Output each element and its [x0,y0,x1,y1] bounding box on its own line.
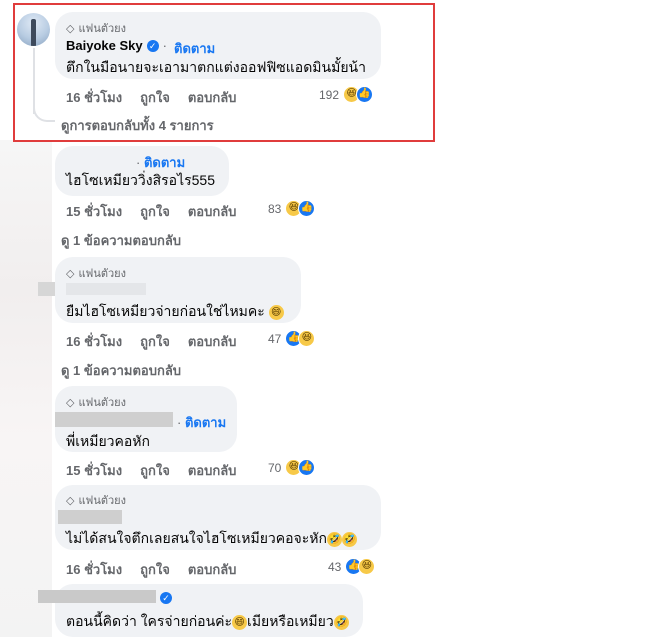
reaction-count: 47 [268,331,282,346]
reaction-count: 83 [268,201,282,216]
highlight-box [13,3,435,142]
comment-actions: 15 ชั่วโมง ถูกใจ ตอบกลับ [66,460,236,481]
reaction-count: 43 [328,559,342,574]
diamond-icon: ◇ [66,396,75,409]
left-blurred-strip [0,140,52,637]
blurred-name [55,412,173,427]
view-replies-link[interactable]: ดู 1 ข้อความตอบกลับ [61,360,181,381]
like-button[interactable]: ถูกใจ [140,460,170,481]
blurred-name [58,510,122,524]
like-button[interactable]: ถูกใจ [140,331,170,352]
view-replies-link[interactable]: ดู 1 ข้อความตอบกลับ [61,230,181,251]
like-thumb-icon: 👍 [298,200,316,217]
reply-button[interactable]: ตอบกลับ [188,460,237,481]
haha-emoji-icon: 😆 [298,330,316,347]
blurred-name [66,283,146,295]
timestamp[interactable]: 16 ชั่วโมง [66,331,122,352]
reaction-summary[interactable]: 70 😆 👍 [268,459,316,476]
comment-text: ไฮโซเหมียววิ่งสิรอไร555 [66,172,216,188]
blurred-name [38,590,156,603]
rofl-emoji-icon: 🤣 [341,531,357,547]
separator-dot: · [136,155,144,170]
comment-actions: 16 ชั่วโมง ถูกใจ ตอบกลับ [66,331,236,352]
rofl-emoji-icon: 🤣 [333,614,349,630]
comment-text: ไม่ได้สนใจตึกเลยสนใจไฮโซเหมียวคอจะหัก🤣 🤣 [66,528,357,550]
timestamp[interactable]: 15 ชั่วโมง [66,201,122,222]
diamond-icon: ◇ [66,267,75,280]
comment-text: ตอนนี้คิดว่า ใครจ่ายก่อนค่ะ 😄 เมียหรือเหมี… [66,611,349,633]
fan-badge-label: แฟนตัวยง [78,495,127,507]
comment-text: ยืมไฮโซเหมียวจ่ายก่อนใช่ไหมคะ 😄 [66,301,284,323]
reaction-summary[interactable]: 47 👍 😆 [268,330,316,347]
timestamp[interactable]: 16 ชั่วโมง [66,559,122,580]
comment-actions: 15 ชั่วโมง ถูกใจ ตอบกลับ [66,201,236,222]
timestamp[interactable]: 15 ชั่วโมง [66,460,122,481]
fan-badge: ◇ แฟนตัวยง [66,264,126,282]
reaction-summary[interactable]: 43 👍 😆 [328,558,376,575]
follow-link[interactable]: · ติดตาม [177,412,226,433]
reply-button[interactable]: ตอบกลับ [188,331,237,352]
grin-emoji-icon: 😄 [268,304,284,320]
comment-actions: 16 ชั่วโมง ถูกใจ ตอบกลับ [66,559,236,580]
haha-emoji-icon: 😆 [358,558,376,575]
separator-dot: · [177,415,185,430]
fan-badge-label: แฟนตัวยง [78,268,127,280]
reply-button[interactable]: ตอบกลับ [188,201,237,222]
reaction-summary[interactable]: 83 😆 👍 [268,200,316,217]
comment-text-label: ตอนนี้คิดว่า ใครจ่ายก่อนค่ะ [66,613,233,629]
fan-badge: ◇ แฟนตัวยง [66,491,126,509]
follow-label[interactable]: ติดตาม [144,155,185,170]
comment-text-label: ไม่ได้สนใจตึกเลยสนใจไฮโซเหมียวคอจะหัก [66,530,327,546]
comment-text-label: เมียหรือเหมียว [247,613,334,629]
grin-emoji-icon: 😄 [232,614,248,630]
like-thumb-icon: 👍 [298,459,316,476]
fan-badge-label: แฟนตัวยง [78,397,127,409]
like-button[interactable]: ถูกใจ [140,201,170,222]
reaction-count: 70 [268,460,282,475]
reply-button[interactable]: ตอบกลับ [188,559,237,580]
comment-text-label: ยืมไฮโซเหมียวจ่ายก่อนใช่ไหมคะ [66,303,265,319]
like-button[interactable]: ถูกใจ [140,559,170,580]
verified-check-icon: ✓ [160,592,172,604]
comment-text: พี่เหมียวคอหัก [66,433,151,449]
rofl-emoji-icon: 🤣 [326,531,342,547]
diamond-icon: ◇ [66,494,75,507]
fan-badge: ◇ แฟนตัวยง [66,393,126,411]
follow-label[interactable]: ติดตาม [185,415,226,430]
